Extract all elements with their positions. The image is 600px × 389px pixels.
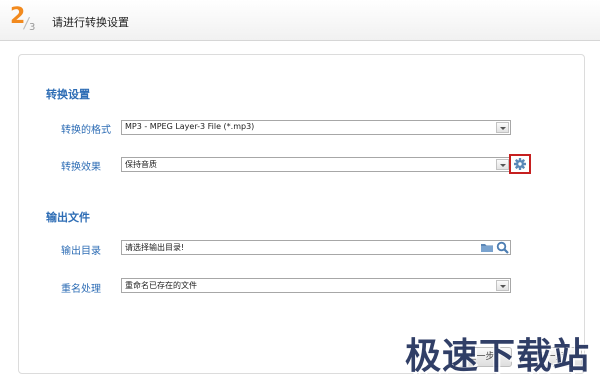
output-section-title: 输出文件 bbox=[46, 211, 90, 224]
settings-panel bbox=[18, 54, 585, 374]
folder-icon[interactable] bbox=[480, 242, 494, 253]
output-dir-input[interactable]: 请选择输出目录! bbox=[121, 240, 511, 255]
format-select-value: MP3 - MPEG Layer-3 File (*.mp3) bbox=[125, 122, 255, 131]
watermark-logo: 极速下载站 bbox=[405, 336, 591, 377]
effect-label: 转换效果 bbox=[61, 162, 101, 173]
chevron-down-icon[interactable] bbox=[496, 159, 509, 170]
rename-select[interactable]: 重命名已存在的文件 bbox=[121, 278, 511, 293]
wizard-header: 2 / 3 请进行转换设置 bbox=[0, 0, 600, 41]
chevron-down-icon[interactable] bbox=[496, 280, 509, 291]
effect-settings-button[interactable] bbox=[509, 154, 531, 174]
conversion-settings-page: 2 / 3 请进行转换设置 转换设置 转换的格式 MP3 - MPEG Laye… bbox=[0, 0, 600, 389]
rename-select-value: 重命名已存在的文件 bbox=[125, 281, 197, 290]
gear-icon bbox=[514, 158, 526, 170]
page-title: 请进行转换设置 bbox=[52, 16, 129, 29]
format-label: 转换的格式 bbox=[61, 125, 111, 136]
chevron-down-icon[interactable] bbox=[496, 122, 509, 133]
search-icon[interactable] bbox=[496, 241, 509, 254]
effect-select-value: 保持音质 bbox=[125, 160, 157, 169]
conversion-section-title: 转换设置 bbox=[46, 88, 90, 101]
rename-label: 重名处理 bbox=[61, 284, 101, 295]
output-dir-value: 请选择输出目录! bbox=[125, 243, 185, 252]
output-dir-label: 输出目录 bbox=[61, 246, 101, 257]
effect-select[interactable]: 保持音质 bbox=[121, 157, 511, 172]
format-select[interactable]: MP3 - MPEG Layer-3 File (*.mp3) bbox=[121, 120, 511, 135]
step-total: 3 bbox=[29, 22, 36, 33]
